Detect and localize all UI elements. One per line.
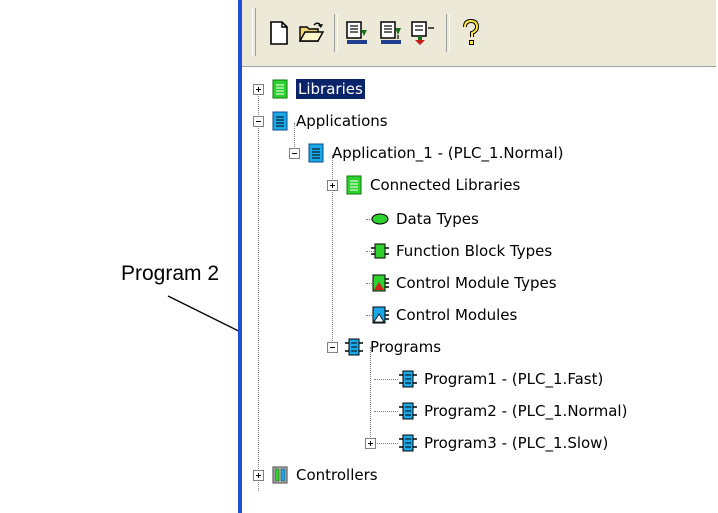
download-icon[interactable] (342, 16, 372, 50)
expand-connected-libraries-icon[interactable] (327, 180, 338, 191)
collapse-application-1-icon[interactable] (289, 148, 300, 159)
program-icon (398, 433, 418, 453)
tree-label: Controllers (296, 466, 378, 484)
help-icon[interactable] (456, 16, 486, 50)
open-icon[interactable] (296, 16, 326, 50)
tree-item-connected-libraries[interactable]: Connected Libraries (344, 173, 520, 197)
tree-label: Data Types (396, 210, 479, 228)
expand-controllers-icon[interactable] (253, 470, 264, 481)
expand-program3-icon[interactable] (365, 438, 376, 449)
toolbar-separator (446, 14, 450, 52)
tree-connector (374, 411, 398, 412)
tree-item-program2[interactable]: Program2 - (PLC_1.Normal) (398, 399, 627, 423)
tree-item-application-1[interactable]: Application_1 - (PLC_1.Normal) (306, 141, 563, 165)
project-tree: Libraries Applications Application_1 - (… (242, 67, 716, 513)
tree-connector (374, 443, 398, 444)
tree-label: Applications (296, 112, 388, 130)
data-type-icon (370, 209, 390, 229)
collapse-programs-icon[interactable] (327, 342, 338, 353)
tree-label: Control Module Types (396, 274, 557, 292)
collapse-applications-icon[interactable] (253, 116, 264, 127)
new-icon[interactable] (264, 16, 294, 50)
application-icon (270, 111, 290, 131)
tree-label: Program2 - (PLC_1.Normal) (424, 402, 628, 420)
controller-icon (270, 465, 290, 485)
tree-item-program3[interactable]: Program3 - (PLC_1.Slow) (398, 431, 608, 455)
tree-label: Control Modules (396, 306, 518, 324)
tree-item-programs[interactable]: Programs (344, 335, 441, 359)
tree-item-applications[interactable]: Applications (270, 109, 388, 133)
tree-item-libraries[interactable]: Libraries (270, 77, 365, 101)
download-project-icon[interactable] (408, 16, 438, 50)
control-module-icon (370, 305, 390, 325)
tree-item-control-module-types[interactable]: Control Module Types (370, 271, 557, 295)
expand-libraries-icon[interactable] (253, 84, 264, 95)
tree-connector (258, 91, 259, 491)
toolbar (242, 0, 716, 67)
tree-label: Application_1 - (PLC_1.Normal) (332, 144, 564, 162)
tree-label: Program3 - (PLC_1.Slow) (424, 434, 609, 452)
tree-item-data-types[interactable]: Data Types (370, 207, 479, 231)
tree-item-control-modules[interactable]: Control Modules (370, 303, 517, 327)
program-icon (344, 337, 364, 357)
tree-item-function-block-types[interactable]: Function Block Types (370, 239, 552, 263)
tree-item-program1[interactable]: Program1 - (PLC_1.Fast) (398, 367, 603, 391)
tree-label: Libraries (296, 79, 365, 99)
tree-label: Program1 - (PLC_1.Fast) (424, 370, 604, 388)
tree-connector (374, 379, 398, 380)
tree-label: Function Block Types (396, 242, 553, 260)
function-block-icon (370, 241, 390, 261)
application-icon (306, 143, 326, 163)
toolbar-separator (334, 14, 338, 52)
tree-label: Connected Libraries (370, 176, 521, 194)
control-module-type-icon (370, 273, 390, 293)
program-icon (398, 369, 418, 389)
tree-label: Programs (370, 338, 442, 356)
tree-connector (370, 347, 371, 443)
download-all-icon[interactable] (376, 16, 406, 50)
toolbar-grip[interactable] (252, 8, 256, 56)
library-icon (344, 175, 364, 195)
library-icon (270, 79, 290, 99)
tree-item-controllers[interactable]: Controllers (270, 463, 378, 487)
program-icon (398, 401, 418, 421)
explorer-window: Libraries Applications Application_1 - (… (238, 0, 716, 513)
